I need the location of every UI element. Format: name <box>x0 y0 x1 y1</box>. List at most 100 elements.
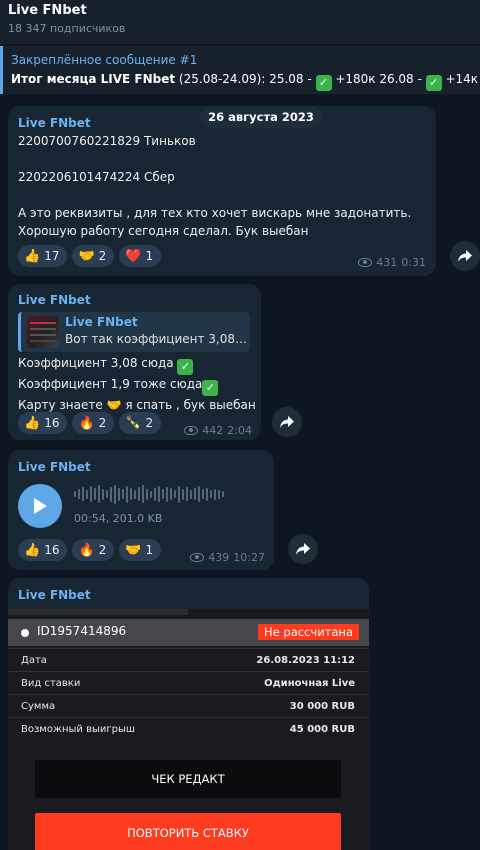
waveform-bar <box>118 487 120 501</box>
reply-author: Live FNbet <box>65 315 138 329</box>
eye-icon <box>358 258 373 267</box>
reaction-count: 2 <box>98 416 107 430</box>
repeat-bet-button[interactable]: ПОВТОРИТЬ СТАВКУ <box>35 813 341 850</box>
waveform-bar <box>106 490 108 498</box>
waveform-bar <box>150 490 152 498</box>
view-count: 439 <box>208 551 230 564</box>
reaction-chip[interactable]: 🤝 1 <box>119 539 162 561</box>
waveform-bar <box>134 489 136 499</box>
check-mark-icon: ✓ <box>425 75 442 91</box>
bet-id-row: ID1957414896 Не рассчитана <box>8 619 369 646</box>
row-label: Сумма <box>21 701 56 712</box>
pinned-message[interactable]: Закреплённое сообщение #1 Итог месяца LI… <box>0 46 480 94</box>
message-author[interactable]: Live FNbet <box>18 460 91 474</box>
message-author[interactable]: Live FNbet <box>18 116 91 130</box>
reaction-chip[interactable]: 🔥 2 <box>72 539 115 561</box>
message-author[interactable]: Live FNbet <box>18 293 91 307</box>
chat-header[interactable]: Live FNbet 18 347 подписчиков <box>0 0 480 44</box>
waveform-bar <box>126 485 128 503</box>
date-separator: 26 августа 2023 <box>200 106 322 128</box>
message-bubble[interactable]: Live FNbet 00:54, 201.0 KB 👍 16 🔥 2 🤝 1 439… <box>8 450 274 570</box>
channel-title: Live FNbet <box>8 3 87 18</box>
reply-preview[interactable]: Live FNbet Вот так коэффициент 3,08 и... <box>18 312 250 352</box>
reactions-bar: 👍 16 🔥 2 🤝 1 <box>18 539 162 561</box>
reply-thumbnail <box>27 316 59 348</box>
view-count: 442 <box>202 424 224 437</box>
row-value: 30 000 RUB <box>289 701 355 712</box>
waveform-bar <box>194 488 196 500</box>
reaction-chip[interactable]: 👍 16 <box>18 539 68 561</box>
thumbs-up-icon: 👍 <box>24 542 41 558</box>
message-bubble[interactable]: Live FNbet Live FNbet Вот так коэффициен… <box>8 284 261 440</box>
reaction-count: 2 <box>98 543 107 557</box>
row-label: Дата <box>21 655 47 666</box>
waveform-bar <box>74 491 76 497</box>
share-arrow-icon <box>296 543 310 555</box>
eye-icon <box>190 553 205 562</box>
reaction-count: 16 <box>44 416 60 430</box>
share-button[interactable] <box>450 241 480 271</box>
voice-waveform[interactable] <box>74 483 224 505</box>
slip-tab-bar <box>8 609 188 615</box>
subscriber-count: 18 347 подписчиков <box>8 22 126 35</box>
play-button[interactable] <box>18 484 62 528</box>
slip-row-bet-type: Вид ставки Одиночная Live <box>8 671 369 694</box>
reaction-count: 2 <box>145 416 154 430</box>
pinned-text: Итог месяца LIVE FNbet (25.08-24.09): 25… <box>11 70 480 91</box>
waveform-bar <box>138 487 140 501</box>
reaction-count: 1 <box>145 249 154 263</box>
reaction-chip[interactable]: 🤝 2 <box>72 245 115 267</box>
waveform-bar <box>170 488 172 500</box>
receipt-button[interactable]: ЧЕК РЕДАКТ <box>35 760 341 798</box>
check-mark-icon: ✓ <box>177 359 194 375</box>
pinned-text-c: +14к 27.08 - <box>445 72 480 86</box>
reply-text: Вот так коэффициент 3,08 и... <box>65 332 249 346</box>
reaction-chip[interactable]: 👍 16 <box>18 412 68 434</box>
message-author[interactable]: Live FNbet <box>18 588 91 602</box>
pinned-lead: Итог месяца LIVE FNbet <box>11 72 176 86</box>
message-line: Карту знаете <box>18 398 107 412</box>
waveform-bar <box>198 486 200 502</box>
waveform-bar <box>98 485 100 503</box>
handshake-icon: 🤝 <box>125 542 142 558</box>
waveform-bar <box>202 489 204 499</box>
fire-icon: 🔥 <box>78 542 95 558</box>
waveform-bar <box>206 487 208 501</box>
message-line: я спать , бук выебан <box>121 398 256 412</box>
reaction-chip[interactable]: 🍾 2 <box>119 412 162 434</box>
message-text: 2200700760221829 Тиньков 220220610147422… <box>18 134 412 238</box>
waveform-bar <box>94 488 96 500</box>
share-button[interactable] <box>272 407 302 437</box>
slip-row-date: Дата 26.08.2023 11:12 <box>8 648 369 671</box>
status-dot-icon <box>21 629 29 637</box>
waveform-bar <box>178 485 180 503</box>
bet-id: ID1957414896 <box>37 624 127 638</box>
waveform-bar <box>86 489 88 499</box>
waveform-bar <box>82 487 84 501</box>
reaction-chip[interactable]: 🔥 2 <box>72 412 115 434</box>
status-badge: Не рассчитана <box>258 624 359 640</box>
reactions-bar: 👍 16 🔥 2 🍾 2 <box>18 412 162 434</box>
bet-slip-image[interactable]: ID1957414896 Не рассчитана Дата 26.08.20… <box>8 609 369 850</box>
waveform-bar <box>154 487 156 501</box>
champagne-icon: 🍾 <box>125 415 142 431</box>
row-label: Возможный выигрыш <box>21 724 136 735</box>
message-meta: 431 0:31 <box>358 256 426 269</box>
reaction-chip[interactable]: ❤️ 1 <box>119 245 162 267</box>
reaction-count: 2 <box>98 249 107 263</box>
pinned-title: Закреплённое сообщение #1 <box>11 53 198 67</box>
waveform-bar <box>90 486 92 502</box>
check-mark-icon: ✓ <box>315 75 332 91</box>
reaction-count: 17 <box>44 249 60 263</box>
waveform-bar <box>130 488 132 500</box>
waveform-bar <box>186 487 188 501</box>
message-time: 10:27 <box>233 551 265 564</box>
share-button[interactable] <box>288 534 318 564</box>
message-line: Коэффициент 1,9 тоже сюда <box>18 377 203 391</box>
reaction-chip[interactable]: 👍 17 <box>18 245 68 267</box>
message-bubble[interactable]: Live FNbet 2200700760221829 Тиньков 2202… <box>8 106 436 276</box>
waveform-bar <box>166 486 168 502</box>
message-meta: 442 2:04 <box>184 424 252 437</box>
voice-duration-size: 00:54, 201.0 KB <box>74 512 163 525</box>
play-icon <box>34 498 47 514</box>
